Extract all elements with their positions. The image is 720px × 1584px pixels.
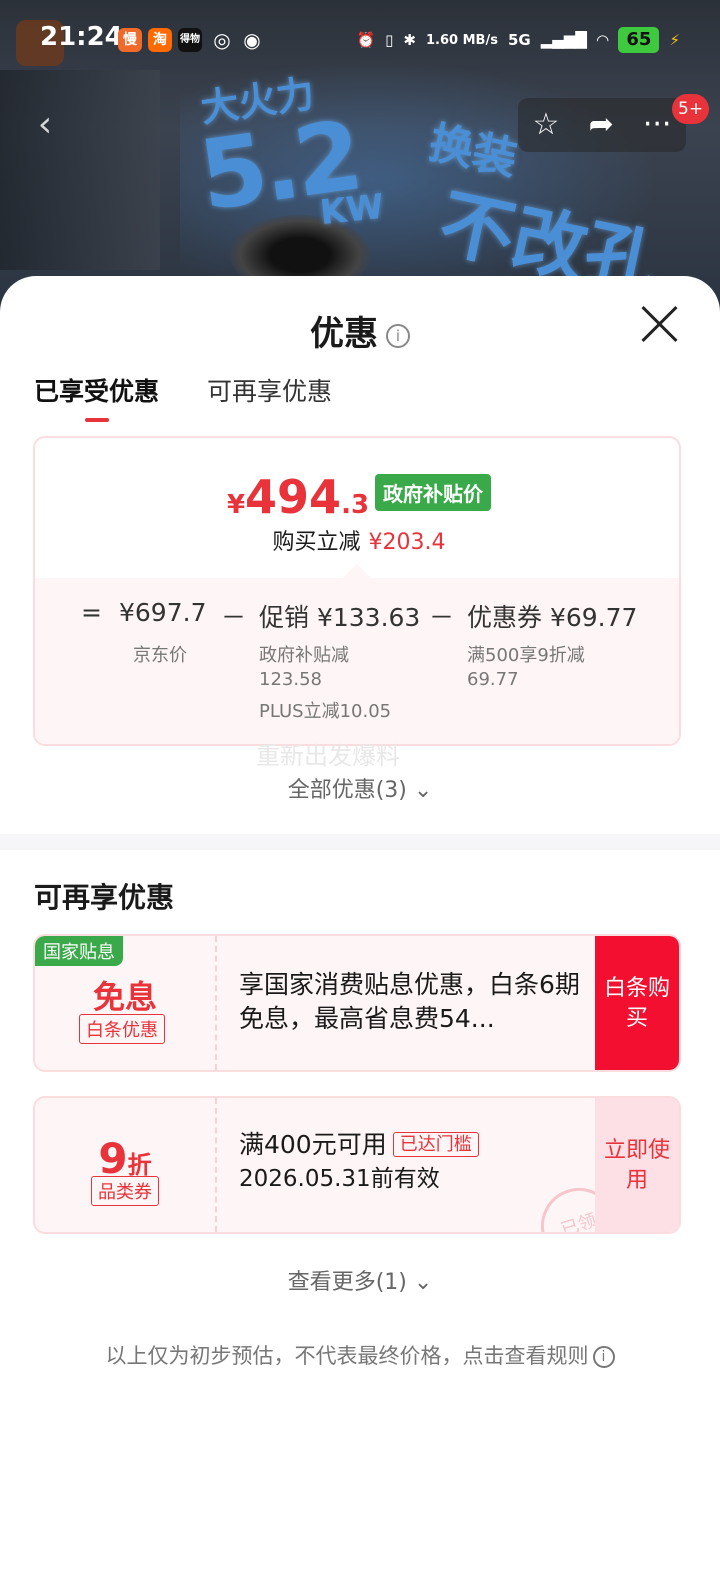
network-type: 5G — [507, 31, 531, 49]
coupon-desc: 满400元可用 已达门槛 2026.05.31前有效 — [239, 1128, 587, 1196]
wifi-icon: ◠ — [596, 31, 609, 49]
minus-sign-2: － — [429, 603, 455, 632]
minus-sign-1: － — [221, 603, 247, 632]
charging-icon: ⚡ — [669, 31, 680, 49]
discount-tabs: 已享受优惠 可再享优惠 — [34, 372, 332, 422]
discount-unit: 折 — [127, 1151, 152, 1179]
jd-price-label: 京东价 — [133, 645, 187, 666]
signal-icon: ▂▄▆█ — [540, 31, 587, 49]
gov-subsidy-tag: 政府补贴价 — [375, 474, 492, 511]
status-time: 21:24 — [40, 22, 123, 52]
price-breakdown: = ¥697.7 京东价 － 促销 ¥133.63 政府补贴减 123.58 P… — [35, 578, 679, 744]
equals-sign: = — [81, 598, 102, 627]
coupon-small-tag: 白条优惠 — [79, 1014, 165, 1044]
sheet-title: 优惠 — [310, 314, 378, 354]
promo-sub-label: 政府补贴减 — [259, 645, 349, 666]
promo-sub-value: 123.58 — [259, 669, 322, 690]
coupon-desc: 享国家消费贴息优惠，白条6期免息，最高省息费54... — [239, 970, 580, 1033]
discount-sheet: 优惠 i 已享受优惠 可再享优惠 ¥494.3 政府补贴价 购买立减 ¥203.4 =… — [0, 276, 720, 1584]
section-divider — [0, 834, 720, 850]
coupon-left: 国家贴息 免息 白条优惠 — [35, 936, 217, 1070]
message-count-badge: 5+ — [672, 94, 710, 124]
taobao-app-icon: 淘 — [148, 28, 172, 52]
alarm-icon: ⏰ — [356, 31, 376, 49]
coupon-corner-tag: 国家贴息 — [35, 936, 123, 966]
reduce-label: 购买立减 — [272, 530, 361, 555]
coupon-expiry: 2026.05.31前有效 — [239, 1166, 440, 1192]
price-summary-card: ¥494.3 政府补贴价 购买立减 ¥203.4 = ¥697.7 京东价 － 促销… — [33, 436, 681, 746]
bluetooth-icon: ✱ — [403, 31, 416, 49]
vibrate-icon: ▯ — [385, 31, 394, 49]
coupon-left: 9折 品类券 — [35, 1098, 217, 1232]
favorite-star-icon[interactable]: ☆ — [533, 98, 560, 152]
price-decimal: .3 — [341, 490, 370, 520]
notification-app-icon: 慢 — [118, 28, 142, 52]
reduce-value: ¥203.4 — [368, 530, 446, 555]
status-right-group: ⏰ ▯ ✱ 1.60 MB/s 5G ▂▄▆█ ◠ 65 ⚡ — [356, 24, 680, 56]
baitiao-buy-button[interactable]: 白条购买 — [595, 936, 679, 1070]
weibo-icon-2: ◉ — [243, 28, 261, 52]
nav-actions: ☆ ➦ ··· — [518, 98, 686, 152]
dewu-app-icon: 得物 — [178, 28, 202, 52]
share-icon[interactable]: ➦ — [589, 98, 614, 152]
see-more-toggle[interactable]: 查看更多(1) ⌄ — [0, 1264, 720, 1296]
coupon-sub-value: 69.77 — [467, 669, 519, 690]
reduce-row: 购买立减 ¥203.4 — [35, 524, 679, 556]
promo-amount: 促销 ¥133.63 — [259, 603, 421, 632]
tab-enjoyed[interactable]: 已享受优惠 — [34, 372, 159, 422]
use-now-button[interactable]: 立即使用 — [595, 1098, 679, 1232]
tab-available[interactable]: 可再享优惠 — [207, 372, 332, 420]
final-price: ¥494.3 — [226, 470, 370, 524]
weibo-icon: ◎ — [213, 28, 231, 52]
coupon-big-label: 免息 — [92, 978, 157, 1016]
jd-price: ¥697.7 — [119, 598, 207, 627]
coupon-card-interest-free[interactable]: 国家贴息 免息 白条优惠 享国家消费贴息优惠，白条6期免息，最高省息费54...… — [33, 934, 681, 1072]
disclaimer[interactable]: 以上仅为初步预估，不代表最终价格，点击查看规则 i — [0, 1340, 720, 1370]
status-bar: 21:24 慢 淘 得物 ◎ ◉ ⏰ ▯ ✱ 1.60 MB/s 5G ▂▄▆█… — [0, 0, 720, 80]
final-price-row: ¥494.3 政府补贴价 — [35, 470, 679, 524]
currency-symbol: ¥ — [226, 490, 246, 520]
info-icon[interactable]: i — [386, 323, 410, 348]
sheet-header: 优惠 i — [0, 306, 720, 355]
section-title-available: 可再享优惠 — [34, 881, 175, 914]
back-icon[interactable]: ‹ — [20, 100, 70, 150]
close-icon[interactable] — [638, 302, 682, 346]
net-speed: 1.60 MB/s — [426, 32, 498, 48]
coupon-condition: 满400元可用 — [239, 1130, 387, 1159]
coupon-sub-label: 满500享9折减 — [467, 645, 585, 666]
threshold-tag: 已达门槛 — [392, 1132, 479, 1157]
battery-level: 65 — [618, 27, 660, 53]
hero-text-3: KW — [318, 186, 386, 234]
coupon-amount: 优惠券 ¥69.77 — [467, 603, 638, 632]
coupon-small-tag: 品类券 — [91, 1176, 159, 1206]
price-integer: 494 — [245, 470, 342, 524]
more-icon[interactable]: ··· — [643, 98, 672, 152]
info-icon: i — [592, 1346, 615, 1368]
plus-reduce: PLUS立减10.05 — [259, 701, 392, 722]
watermark: 重新出发爆料 — [256, 742, 400, 770]
disclaimer-text: 以上仅为初步预估，不代表最终价格，点击查看规则 — [105, 1344, 589, 1368]
all-deals-toggle[interactable]: 全部优惠(3) ⌄ — [0, 772, 720, 804]
coupon-card-category[interactable]: 9折 品类券 满400元可用 已达门槛 2026.05.31前有效 已领 立即使用 — [33, 1096, 681, 1234]
